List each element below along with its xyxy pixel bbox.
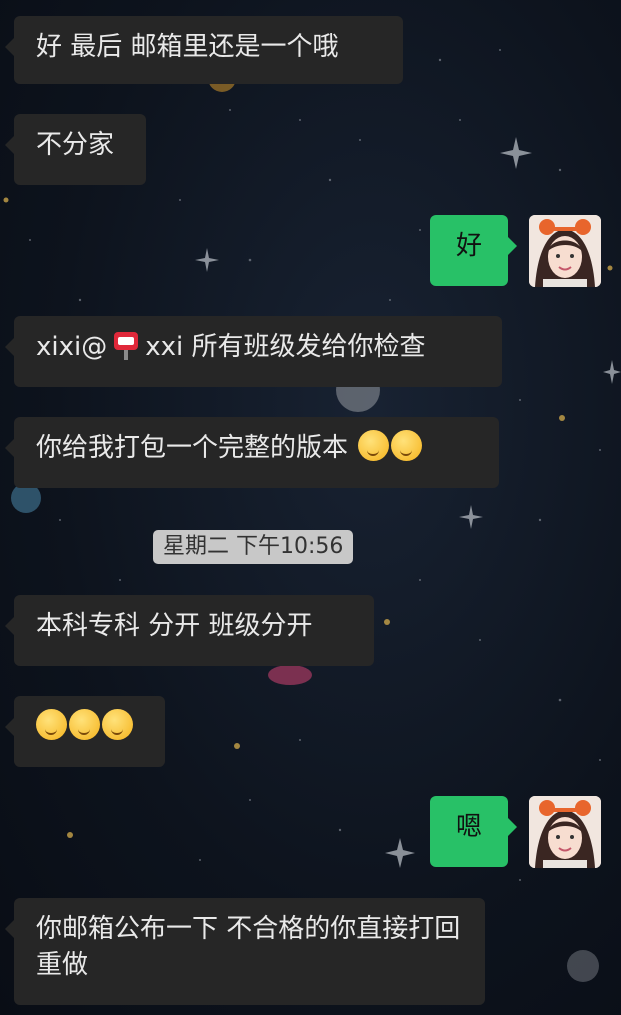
message-text: 嗯 bbox=[455, 812, 482, 842]
user-avatar[interactable] bbox=[529, 215, 601, 287]
smiling-face-emoji-icon bbox=[391, 430, 423, 461]
message-text: 你给我打包一个完整的版本 bbox=[36, 433, 349, 463]
message-bubble-incoming[interactable]: 不分家 bbox=[5, 114, 146, 185]
message-text: 你邮箱公布一下 不合格的你直接打回重做 bbox=[36, 914, 461, 980]
time-divider: 星期二 下午10:56 bbox=[153, 530, 354, 564]
message-bubble-incoming[interactable]: 好 最后 邮箱里还是一个哦 bbox=[5, 16, 403, 84]
kissing-face-emoji-icon bbox=[102, 709, 133, 740]
thinking-face-emoji-icon bbox=[358, 430, 390, 461]
message-bubble-incoming[interactable]: xixi@ xxi 所有班级发给你检查 bbox=[5, 316, 502, 387]
user-avatar[interactable] bbox=[529, 796, 601, 868]
message-text: 好 最后 邮箱里还是一个哦 bbox=[36, 32, 339, 62]
message-bubble-outgoing[interactable]: 嗯 bbox=[430, 796, 517, 867]
message-bubble-incoming[interactable]: 本科专科 分开 班级分开 bbox=[5, 595, 374, 666]
avatar-girl-image bbox=[529, 796, 601, 868]
message-text: 好 bbox=[455, 231, 482, 261]
kissing-face-emoji-icon bbox=[69, 709, 100, 740]
message-text: 本科专科 分开 班级分开 bbox=[36, 611, 313, 641]
mailbox-emoji-icon bbox=[111, 329, 141, 361]
message-bubble-outgoing[interactable]: 好 bbox=[430, 215, 517, 286]
avatar-girl-image bbox=[529, 215, 601, 287]
message-text: xixi@ bbox=[36, 332, 108, 362]
message-text: 不分家 bbox=[36, 130, 115, 160]
message-bubble-incoming[interactable]: 你邮箱公布一下 不合格的你直接打回重做 bbox=[5, 898, 485, 1005]
message-text: xxi 所有班级发给你检查 bbox=[145, 332, 426, 362]
message-bubble-incoming[interactable] bbox=[5, 696, 165, 767]
kissing-face-emoji-icon bbox=[36, 709, 67, 740]
message-bubble-incoming[interactable]: 你给我打包一个完整的版本 bbox=[5, 417, 499, 488]
